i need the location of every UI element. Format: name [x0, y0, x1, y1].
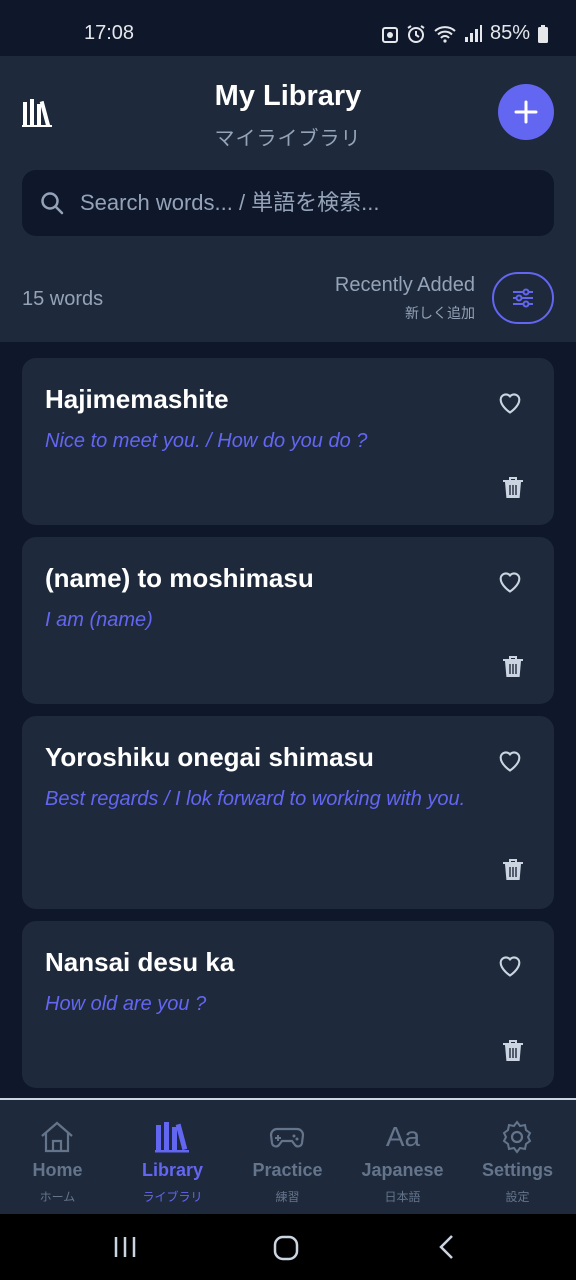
gamepad-icon	[269, 1127, 305, 1148]
nav-item-japanese[interactable]: Aa Japanese 日本語	[345, 1100, 460, 1214]
font-icon: Aa	[385, 1121, 421, 1152]
nav-label: Library	[141, 1160, 204, 1180]
search-input[interactable]	[80, 190, 520, 216]
wifi-icon	[434, 25, 456, 43]
sort-sublabel: 新しく追加	[405, 305, 475, 321]
signal-icon	[464, 24, 482, 42]
heart-icon[interactable]	[496, 951, 524, 979]
nav-item-home[interactable]: Home ホーム	[0, 1100, 115, 1214]
nav-label: Japanese	[361, 1160, 444, 1180]
home-icon	[41, 1121, 73, 1153]
word-meaning: I am (name)	[45, 609, 153, 631]
header: My Library マイライブラリ 15 words Recently Add…	[0, 56, 576, 342]
word-count: 15 words	[22, 288, 104, 310]
word-card[interactable]: Nansai desu ka How old are you ?	[22, 921, 554, 1088]
word-card[interactable]: (name) to moshimasu I am (name)	[22, 537, 554, 704]
bottom-nav: Home ホーム Library ライブラリ Practice 練習 Aa Ja…	[0, 1098, 576, 1214]
gear-icon	[502, 1120, 532, 1154]
nav-label: Home	[32, 1160, 83, 1180]
heart-icon[interactable]	[496, 567, 524, 595]
recent-apps-icon[interactable]	[112, 1234, 138, 1260]
status-bar: 17:08 85%	[0, 0, 576, 56]
nav-label: Practice	[252, 1160, 323, 1180]
trash-icon[interactable]	[502, 476, 524, 500]
nav-sublabel: 設定	[505, 1190, 530, 1204]
search-box[interactable]	[22, 170, 554, 236]
word-term: Nansai desu ka	[45, 947, 235, 977]
nav-label: Settings	[481, 1160, 553, 1180]
word-term: Hajimemashite	[45, 384, 229, 414]
sliders-icon	[513, 288, 533, 308]
word-term: (name) to moshimasu	[45, 563, 314, 593]
trash-icon[interactable]	[502, 655, 524, 679]
heart-icon[interactable]	[496, 388, 524, 416]
battery-percent: 85%	[489, 22, 530, 44]
trash-icon[interactable]	[502, 1039, 524, 1063]
word-card[interactable]: Hajimemashite Nice to meet you. / How do…	[22, 358, 554, 525]
nav-item-practice[interactable]: Practice 練習	[230, 1100, 345, 1214]
search-icon	[41, 192, 64, 215]
back-icon[interactable]	[436, 1234, 460, 1260]
word-meaning: How old are you ?	[45, 993, 207, 1015]
nav-item-settings[interactable]: Settings 設定	[460, 1100, 575, 1214]
page-title: My Library	[214, 80, 362, 112]
word-meaning: Best regards / I lok forward to working …	[45, 788, 466, 810]
filter-button[interactable]	[492, 272, 554, 324]
page-subtitle: マイライブラリ	[214, 128, 362, 150]
nav-sublabel: ホーム	[39, 1190, 76, 1204]
sort-selector[interactable]: Recently Added 新しく追加	[335, 274, 475, 323]
heart-icon[interactable]	[496, 746, 524, 774]
word-list[interactable]: Hajimemashite Nice to meet you. / How do…	[0, 342, 576, 1098]
sort-label: Recently Added	[334, 274, 475, 296]
add-word-button[interactable]	[498, 84, 554, 140]
nav-item-library[interactable]: Library ライブラリ	[115, 1100, 230, 1214]
nav-sublabel: 日本語	[384, 1190, 421, 1204]
word-meaning: Nice to meet you. / How do you do ?	[45, 430, 368, 452]
sync-icon	[381, 26, 398, 43]
word-card[interactable]: Yoroshiku onegai shimasu Best regards / …	[22, 716, 554, 909]
alarm-icon	[407, 24, 425, 43]
nav-sublabel: 練習	[275, 1190, 300, 1204]
trash-icon[interactable]	[502, 858, 524, 882]
word-term: Yoroshiku onegai shimasu	[45, 742, 374, 772]
status-icons: 85%	[381, 22, 548, 45]
library-icon	[155, 1122, 189, 1153]
system-nav-bar	[0, 1214, 576, 1280]
battery-icon	[538, 24, 548, 43]
plus-icon	[514, 100, 538, 124]
home-button-icon[interactable]	[272, 1234, 300, 1262]
status-time: 17:08	[84, 22, 135, 44]
nav-sublabel: ライブラリ	[142, 1190, 203, 1204]
